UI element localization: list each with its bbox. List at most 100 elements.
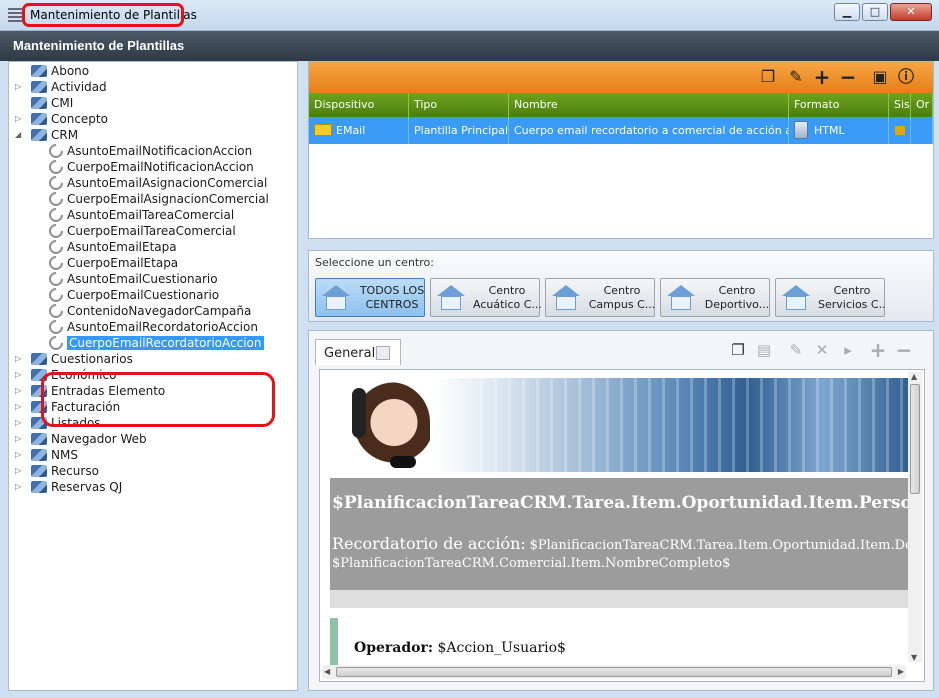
- window-titlebar: Mantenimiento de Plantillas ▁ □ ✕: [0, 0, 939, 31]
- tree-item[interactable]: AsuntoEmailEtapa: [46, 237, 177, 257]
- expand-arrow-icon[interactable]: ▷: [15, 431, 25, 447]
- mail-icon: [314, 124, 332, 136]
- template-icon: [46, 269, 66, 289]
- minus-icon[interactable]: −: [839, 67, 857, 87]
- expand-arrow-icon[interactable]: ▷: [15, 463, 25, 479]
- expand-arrow-icon[interactable]: ◢: [15, 127, 25, 143]
- horizontal-scroll-thumb[interactable]: [336, 667, 892, 677]
- copy-icon[interactable]: ❐: [759, 68, 777, 86]
- tree-category[interactable]: Abono: [31, 63, 89, 79]
- import-icon[interactable]: ▸: [839, 341, 857, 359]
- operator-value: $Accion_Usuario$: [437, 640, 566, 656]
- col-dispositivo[interactable]: Dispositivo: [309, 93, 409, 117]
- pencil-icon[interactable]: ✎: [787, 68, 805, 86]
- plus-icon[interactable]: +: [813, 67, 831, 87]
- tree-category[interactable]: CMI: [31, 95, 73, 111]
- folder-icon: [31, 65, 47, 77]
- copy-icon[interactable]: ❐: [729, 341, 747, 359]
- vertical-scrollbar[interactable]: ▲ ▼: [908, 372, 922, 662]
- template-icon: [46, 221, 66, 241]
- col-formato[interactable]: Formato: [789, 93, 889, 117]
- folder-icon: [31, 129, 47, 141]
- expand-arrow-icon[interactable]: ▷: [15, 399, 25, 415]
- banner-image: [330, 378, 910, 472]
- close-button[interactable]: ✕: [890, 3, 932, 21]
- tree-category[interactable]: ▷ Recurso: [15, 463, 99, 479]
- tree-item[interactable]: AsuntoEmailCuestionario: [46, 269, 218, 289]
- tree-category[interactable]: ▷ Cuestionarios: [15, 351, 133, 367]
- scroll-right-icon[interactable]: ▶: [898, 667, 904, 676]
- vertical-scroll-thumb[interactable]: [910, 384, 920, 494]
- expand-arrow-icon[interactable]: ▷: [15, 415, 25, 431]
- tree-item[interactable]: CuerpoEmailNotificacionAccion: [46, 157, 254, 177]
- tools-icon[interactable]: ✕: [813, 341, 831, 359]
- expand-arrow-icon[interactable]: ▷: [15, 479, 25, 495]
- expand-arrow-icon[interactable]: ▷: [15, 79, 25, 95]
- scroll-left-icon[interactable]: ◀: [324, 667, 330, 676]
- expand-arrow-icon[interactable]: ▷: [15, 351, 25, 367]
- expand-arrow-icon[interactable]: ▷: [15, 111, 25, 127]
- tree-item[interactable]: AsuntoEmailNotificacionAccion: [46, 141, 252, 161]
- tree-item-label: CuerpoEmailEtapa: [67, 256, 179, 270]
- horizontal-scrollbar[interactable]: ◀ ▶: [322, 665, 906, 679]
- tree-category[interactable]: ▷ Reservas QJ: [15, 479, 123, 495]
- email-title: $PlanificacionTareaCRM.Tarea.Item.Oportu…: [332, 493, 910, 513]
- tree-item[interactable]: AsuntoEmailAsignacionComercial: [46, 173, 267, 193]
- table-row[interactable]: EMail Plantilla Principal Cuerpo email r…: [309, 117, 933, 144]
- center-button[interactable]: Centro Deportivo...: [660, 278, 770, 317]
- tree-item[interactable]: AsuntoEmailRecordatorioAccion: [46, 317, 258, 337]
- info-icon[interactable]: ⓘ: [897, 68, 915, 86]
- paste-icon[interactable]: ▤: [755, 341, 773, 359]
- tree-item[interactable]: CuerpoEmailCuestionario: [46, 285, 219, 305]
- col-tipo[interactable]: Tipo: [409, 93, 509, 117]
- tree-category[interactable]: ▷ Concepto: [15, 111, 108, 127]
- tree-category[interactable]: ▷ Actividad: [15, 79, 107, 95]
- col-nombre[interactable]: Nombre: [509, 93, 789, 117]
- tree-item-label: CRM: [51, 128, 79, 142]
- center-button-line2: Acuático C...: [473, 298, 541, 311]
- center-button-line1: Centro: [718, 284, 756, 297]
- folder-icon: [31, 433, 47, 445]
- tree-item-label: CuerpoEmailRecordatorioAccion: [67, 336, 264, 350]
- cell-nombre: Cuerpo email recordatorio a comercial de…: [509, 117, 789, 144]
- template-icon: [46, 141, 66, 161]
- tree-item-label: CuerpoEmailNotificacionAccion: [67, 160, 254, 174]
- tree-category[interactable]: ▷ NMS: [15, 447, 78, 463]
- tree-item[interactable]: AsuntoEmailTareaComercial: [46, 205, 234, 225]
- pencil-icon[interactable]: ✎: [787, 341, 805, 359]
- scroll-up-icon[interactable]: ▲: [911, 372, 917, 381]
- center-button[interactable]: TODOS LOS CENTROS: [315, 278, 425, 317]
- expand-arrow-icon[interactable]: ▷: [15, 367, 25, 383]
- tree-item[interactable]: ContenidoNavegadorCampaña: [46, 301, 251, 321]
- tree-item-label: Reservas QJ: [51, 480, 123, 494]
- center-button-line2: Deportivo...: [704, 298, 770, 311]
- folder-icon: [31, 449, 47, 461]
- center-button[interactable]: Centro Campus C...: [545, 278, 655, 317]
- expand-arrow-icon[interactable]: ▷: [15, 447, 25, 463]
- plus-icon[interactable]: +: [869, 340, 887, 360]
- image-icon[interactable]: ▣: [871, 68, 889, 86]
- tab-general[interactable]: General: [315, 339, 401, 365]
- template-tree[interactable]: ▷ Reservas QJ ▷ Recurso ▷ NMS ▷ Navegador Web ▷ L…: [8, 61, 298, 691]
- tree-item[interactable]: CuerpoEmailRecordatorioAccion: [46, 333, 264, 353]
- col-sis[interactable]: Sis: [889, 93, 911, 117]
- minus-icon[interactable]: −: [895, 340, 913, 360]
- tree-item[interactable]: CuerpoEmailAsignacionComercial: [46, 189, 269, 209]
- template-icon: [46, 205, 66, 225]
- scroll-down-icon[interactable]: ▼: [911, 653, 917, 662]
- tree-item[interactable]: CuerpoEmailEtapa: [46, 253, 179, 273]
- tree-item[interactable]: CuerpoEmailTareaComercial: [46, 221, 236, 241]
- center-button[interactable]: Centro Servicios C...: [775, 278, 886, 317]
- minimize-button[interactable]: ▁: [834, 3, 860, 21]
- maximize-button[interactable]: □: [862, 3, 888, 21]
- expand-arrow-icon[interactable]: ▷: [15, 383, 25, 399]
- template-icon: [46, 189, 66, 209]
- html-preview[interactable]: $PlanificacionTareaCRM.Tarea.Item.Oportu…: [319, 369, 925, 682]
- col-or[interactable]: Or: [911, 93, 933, 117]
- tree-category[interactable]: ◢ CRM: [15, 127, 79, 143]
- tree-category[interactable]: ▷ Navegador Web: [15, 431, 147, 447]
- tree-item-label: Concepto: [51, 112, 108, 126]
- reminder-value: $PlanificacionTareaCRM.Tarea.Item.Oportu…: [529, 538, 910, 553]
- tree-item-label: CuerpoEmailAsignacionComercial: [67, 192, 269, 206]
- center-button[interactable]: Centro Acuático C...: [430, 278, 541, 317]
